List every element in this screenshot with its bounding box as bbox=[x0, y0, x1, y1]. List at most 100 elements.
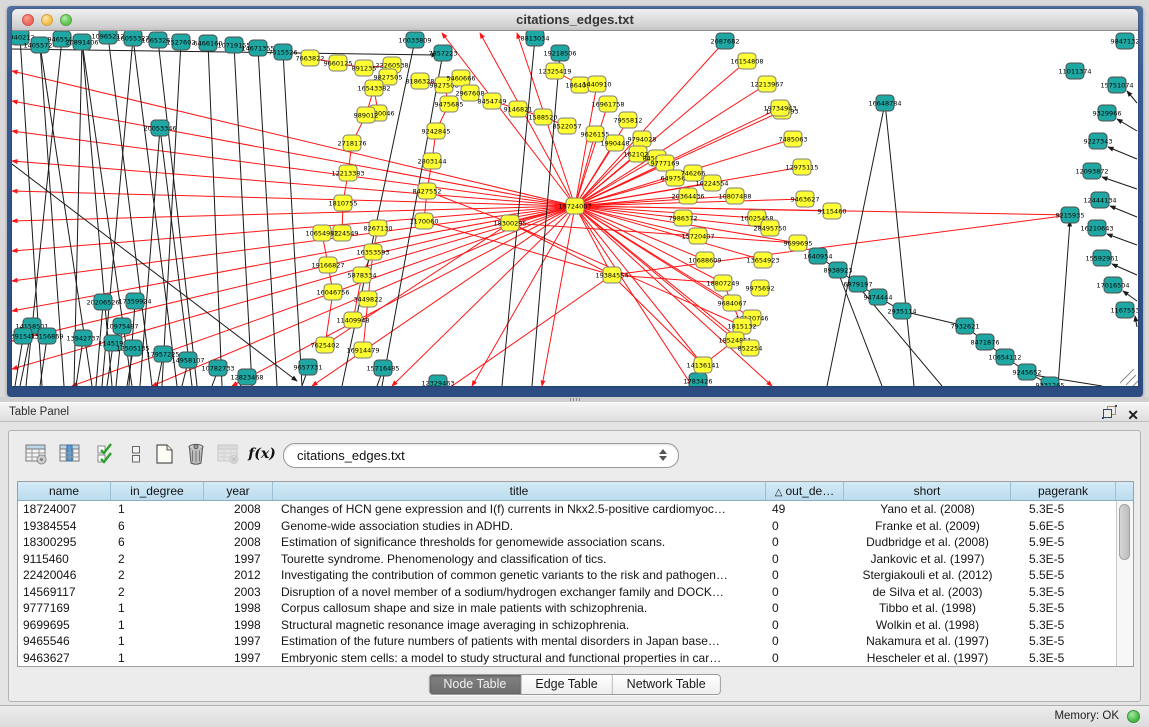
table-cell[interactable]: Investigating the contribution of common… bbox=[273, 567, 766, 584]
column-header-year[interactable]: year bbox=[204, 482, 273, 500]
table-cell[interactable]: 5.3E-5 bbox=[1011, 633, 1116, 650]
table-cell[interactable]: 1997 bbox=[204, 633, 273, 650]
table-cell[interactable]: Nakamura et al. (1997) bbox=[844, 633, 1011, 650]
table-cell[interactable]: Tourette syndrome. Phenomenology and cla… bbox=[273, 551, 766, 568]
graph-node[interactable]: 7485063 bbox=[779, 131, 808, 147]
table-cell[interactable]: 5.3E-5 bbox=[1011, 501, 1116, 518]
table-cell[interactable]: 1998 bbox=[204, 600, 273, 617]
graph-node[interactable]: 10688609 bbox=[688, 252, 721, 268]
graph-node[interactable]: 13654923 bbox=[746, 252, 779, 268]
table-cell[interactable]: 0 bbox=[766, 584, 844, 601]
graph-node[interactable]: 12213383 bbox=[331, 165, 364, 181]
table-cell[interactable]: Stergiakouli et al. (2012) bbox=[844, 567, 1011, 584]
new-column-icon[interactable] bbox=[151, 441, 177, 467]
graph-node[interactable]: 9329966 bbox=[1093, 105, 1122, 121]
tab-network-table[interactable]: Network Table bbox=[613, 675, 720, 694]
table-cell[interactable]: 0 bbox=[766, 534, 844, 551]
graph-node[interactable]: 7955812 bbox=[614, 112, 643, 128]
table-row[interactable]: 969969511998Structural magnetic resonanc… bbox=[18, 617, 1116, 634]
network-view-frame[interactable]: citations_edges.txt 89402121405572494655… bbox=[7, 6, 1143, 397]
table-cell[interactable]: 0 bbox=[766, 551, 844, 568]
table-cell[interactable]: 9115460 bbox=[18, 551, 111, 568]
table-cell[interactable]: 5.5E-5 bbox=[1011, 567, 1116, 584]
delete-entries-icon[interactable] bbox=[183, 441, 209, 467]
graph-node[interactable]: 9227343 bbox=[1084, 133, 1113, 149]
table-cell[interactable]: Franke et al. (2009) bbox=[844, 518, 1011, 535]
graph-node[interactable]: 12325419 bbox=[538, 63, 571, 79]
table-cell[interactable]: Disruption of a novel member of a sodium… bbox=[273, 584, 766, 601]
table-cell[interactable]: 2 bbox=[111, 551, 204, 568]
column-header-name[interactable]: name bbox=[18, 482, 111, 500]
table-cell[interactable]: 5.3E-5 bbox=[1011, 650, 1116, 667]
table-cell[interactable]: Hescheler et al. (1997) bbox=[844, 650, 1011, 667]
graph-node[interactable]: 9475685 bbox=[435, 96, 464, 112]
table-cell[interactable]: Jankovic et al. (1997) bbox=[844, 551, 1011, 568]
graph-node[interactable]: 15716485 bbox=[366, 360, 399, 376]
table-row[interactable]: 911546021997Tourette syndrome. Phenomeno… bbox=[18, 551, 1116, 568]
table-cell[interactable]: Corpus callosum shape and size in male p… bbox=[273, 600, 766, 617]
table-cell[interactable]: 0 bbox=[766, 600, 844, 617]
graph-node[interactable]: 20364436 bbox=[671, 188, 704, 204]
table-cell[interactable]: 2003 bbox=[204, 584, 273, 601]
table-cell[interactable]: Estimation of significance thresholds fo… bbox=[273, 534, 766, 551]
graph-node[interactable]: 9657731 bbox=[294, 359, 323, 375]
table-cell[interactable]: 9699695 bbox=[18, 617, 111, 634]
graph-node[interactable]: 2718176 bbox=[338, 135, 367, 151]
table-cell[interactable]: 6 bbox=[111, 518, 204, 535]
table-cell[interactable]: 2 bbox=[111, 584, 204, 601]
table-row[interactable]: 1938455462009Genome-wide association stu… bbox=[18, 518, 1116, 535]
table-cell[interactable]: 1 bbox=[111, 617, 204, 634]
graph-node[interactable]: 8813034 bbox=[521, 31, 550, 46]
graph-node[interactable]: 19218506 bbox=[543, 45, 576, 61]
graph-node[interactable]: 10654112 bbox=[988, 349, 1021, 365]
graph-node[interactable]: 12823468 bbox=[230, 369, 263, 385]
graph-node[interactable]: 8938923 bbox=[824, 262, 853, 278]
graph-node[interactable]: 16046756 bbox=[316, 284, 349, 300]
graph-node[interactable]: 19166827 bbox=[311, 257, 344, 273]
table-cell[interactable]: Genome-wide association studies in ADHD. bbox=[273, 518, 766, 535]
graph-node[interactable]: 5878334 bbox=[348, 267, 377, 283]
graph-node[interactable]: 15592961 bbox=[1085, 250, 1118, 266]
graph-node[interactable]: 9847132 bbox=[1111, 33, 1138, 49]
table-cell[interactable]: Changes of HCN gene expression and I(f) … bbox=[273, 501, 766, 518]
table-cell[interactable]: Embryonic stem cells: a model to study s… bbox=[273, 650, 766, 667]
table-cell[interactable]: 1 bbox=[111, 501, 204, 518]
graph-node[interactable]: 1167553 bbox=[1111, 302, 1138, 318]
graph-node[interactable]: 13942737 bbox=[66, 330, 99, 346]
table-cell[interactable]: 14569117 bbox=[18, 584, 111, 601]
table-scrollbar[interactable] bbox=[1116, 501, 1133, 666]
graph-node[interactable]: 11409948 bbox=[336, 312, 369, 328]
graph-node[interactable]: 16961758 bbox=[591, 96, 624, 112]
graph-node[interactable]: 12329463 bbox=[421, 375, 454, 386]
graph-node[interactable]: 12975115 bbox=[785, 159, 818, 175]
tab-node-table[interactable]: Node Table bbox=[429, 675, 521, 694]
table-cell[interactable]: 18724007 bbox=[18, 501, 111, 518]
table-cell[interactable]: 0 bbox=[766, 650, 844, 667]
graph-node[interactable]: 9684067 bbox=[718, 295, 747, 311]
table-cell[interactable]: 49 bbox=[766, 501, 844, 518]
graph-node[interactable]: 9660125 bbox=[324, 55, 353, 71]
table-cell[interactable]: 5.9E-5 bbox=[1011, 534, 1116, 551]
table-cell[interactable]: Dudbridge et al. (2008) bbox=[844, 534, 1011, 551]
graph-node[interactable]: 1640954 bbox=[804, 248, 833, 264]
column-header-out_de[interactable]: △out_de… bbox=[766, 482, 844, 500]
column-header-short[interactable]: short bbox=[844, 482, 1011, 500]
table-cell[interactable]: 1998 bbox=[204, 617, 273, 634]
table-cell[interactable]: 1997 bbox=[204, 551, 273, 568]
graph-node[interactable]: 9975692 bbox=[746, 280, 775, 296]
graph-node[interactable]: 12444134 bbox=[1083, 192, 1116, 208]
graph-node[interactable]: 6879197 bbox=[844, 276, 873, 292]
graph-node[interactable]: 1783426 bbox=[684, 373, 713, 386]
function-builder-icon[interactable]: f(x) bbox=[249, 441, 275, 467]
graph-node[interactable]: 16914479 bbox=[346, 342, 379, 358]
table-cell[interactable]: 5.3E-5 bbox=[1011, 551, 1116, 568]
graph-node[interactable]: 16210643 bbox=[1080, 220, 1113, 236]
table-cell[interactable]: 9463627 bbox=[18, 650, 111, 667]
graph-node[interactable]: 989012 bbox=[354, 107, 379, 123]
graph-node[interactable]: 16154808 bbox=[730, 53, 763, 69]
graph-node[interactable]: 12213967 bbox=[750, 76, 783, 92]
column-header-title[interactable]: title bbox=[273, 482, 766, 500]
graph-node[interactable]: 9115460 bbox=[818, 203, 847, 219]
table-cell[interactable]: 5.3E-5 bbox=[1011, 617, 1116, 634]
close-panel-icon[interactable]: ✕ bbox=[1127, 408, 1139, 422]
